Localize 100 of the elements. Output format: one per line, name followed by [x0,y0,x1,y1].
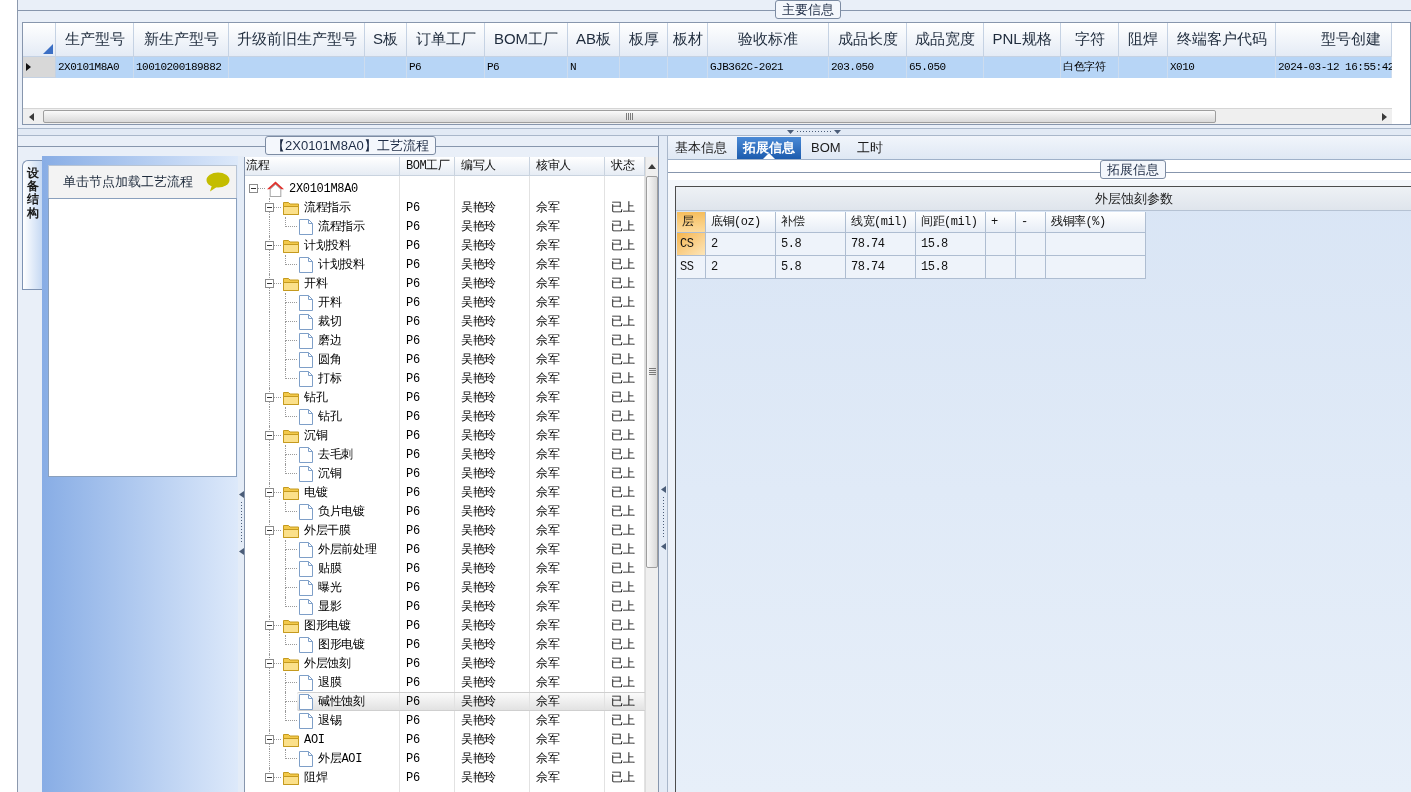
scrollbar-thumb[interactable] [43,110,1216,123]
column-header[interactable]: 层 [677,212,706,233]
table-row[interactable]: CS 2 5.8 78.74 15.8 [677,233,1146,256]
column-header[interactable]: PNL规格 [984,23,1061,57]
minus-box-icon[interactable] [249,184,258,193]
tree-row[interactable]: 圆角 P6 吴艳玲 佘军 已上 [297,350,645,369]
column-header[interactable]: 验收标准 [708,23,829,57]
column-header[interactable]: BOM工厂 [400,157,455,176]
tree-row[interactable]: 图形电镀 P6 吴艳玲 佘军 已上 [297,635,645,654]
minus-box-icon[interactable] [265,203,274,212]
column-header[interactable]: 板材 [668,23,708,57]
splitter-grip-icon [238,491,244,555]
tree-row[interactable]: 裁切 P6 吴艳玲 佘军 已上 [297,312,645,331]
minus-box-icon[interactable] [265,659,274,668]
column-header[interactable]: 核审人 [530,157,605,176]
column-header[interactable]: + [986,212,1016,233]
tree-row[interactable]: 计划投料 P6 吴艳玲 佘军 已上 [297,255,645,274]
column-header[interactable]: 残铜率(%) [1046,212,1146,233]
column-header[interactable]: S板 [365,23,407,57]
minus-box-icon[interactable] [265,431,274,440]
tree-row[interactable]: 电镀 P6 吴艳玲 佘军 已上 [281,483,645,502]
column-header[interactable]: AB板 [568,23,620,57]
minus-box-icon[interactable] [265,621,274,630]
table-cell-text: 已上 [611,503,635,521]
column-header[interactable]: 字符 [1061,23,1119,57]
minus-box-icon[interactable] [265,241,274,250]
tree-row[interactable]: 沉铜 P6 吴艳玲 佘军 已上 [281,426,645,445]
corner-header[interactable] [23,23,56,57]
column-header[interactable]: BOM工厂 [485,23,568,57]
scrollbar-thumb[interactable] [646,176,658,568]
column-header[interactable]: 成品宽度 [907,23,984,57]
tree-row[interactable]: 外层AOI P6 吴艳玲 佘军 已上 [297,749,645,768]
column-header[interactable]: 线宽(mil) [846,212,916,233]
row-header[interactable]: CS [677,233,706,256]
folder-icon [283,656,299,671]
column-header[interactable]: 型号创建 [1276,23,1392,57]
column-header[interactable]: 订单工厂 [407,23,485,57]
tree-row[interactable]: 曝光 P6 吴艳玲 佘军 已上 [297,578,645,597]
column-header[interactable]: 升级前旧生产型号 [229,23,365,57]
table-cell-text: 吴艳玲 [461,446,497,464]
column-header[interactable]: 生产型号 [56,23,134,57]
table-cell-text: P6 [406,370,420,388]
vertical-scrollbar[interactable] [645,157,658,792]
table-cell-text: 佘军 [536,503,560,521]
node-label: 流程指示 [304,199,351,217]
tree-row[interactable]: 去毛刺 P6 吴艳玲 佘军 已上 [297,445,645,464]
minus-box-icon[interactable] [265,735,274,744]
tree-row[interactable]: 碱性蚀刻 P6 吴艳玲 佘军 已上 [297,692,645,711]
tree-row[interactable]: 阻焊 P6 吴艳玲 佘军 已上 [281,768,645,787]
tree-row[interactable]: 图形电镀 P6 吴艳玲 佘军 已上 [281,616,645,635]
right-triangle-icon[interactable] [1381,112,1387,121]
tree-row[interactable]: 负片电镀 P6 吴艳玲 佘军 已上 [297,502,645,521]
minus-box-icon[interactable] [265,526,274,535]
tree-row[interactable]: 打标 P6 吴艳玲 佘军 已上 [297,369,645,388]
tree-row[interactable]: 2X0101M8A0 [265,179,645,198]
side-tab[interactable]: 设备结构 [22,160,42,290]
tree-row[interactable]: 流程指示 P6 吴艳玲 佘军 已上 [297,217,645,236]
tree-row[interactable]: 磨边 P6 吴艳玲 佘军 已上 [297,331,645,350]
tree-row[interactable]: 计划投料 P6 吴艳玲 佘军 已上 [281,236,645,255]
tab[interactable]: 基本信息 [669,137,733,159]
column-header[interactable]: 成品长度 [829,23,907,57]
column-header[interactable]: 终端客户代码 [1168,23,1276,57]
tree-row[interactable]: 贴膜 P6 吴艳玲 佘军 已上 [297,559,645,578]
minus-box-icon[interactable] [265,488,274,497]
table-row[interactable]: SS 2 5.8 78.74 15.8 [677,256,1146,279]
row-header[interactable]: SS [677,256,706,279]
tree-row[interactable]: 钻孔 P6 吴艳玲 佘军 已上 [281,388,645,407]
tree-row[interactable]: 开料 P6 吴艳玲 佘军 已上 [297,293,645,312]
column-header[interactable]: 补偿 [776,212,846,233]
column-header[interactable]: - [1016,212,1046,233]
tree-row[interactable]: 沉铜 P6 吴艳玲 佘军 已上 [297,464,645,483]
column-header[interactable]: 编写人 [455,157,530,176]
table-cell-text: 已上 [611,427,635,445]
column-header[interactable]: 底铜(oz) [706,212,776,233]
tree-row[interactable]: 外层干膜 P6 吴艳玲 佘军 已上 [281,521,645,540]
column-header[interactable]: 新生产型号 [134,23,229,57]
column-header[interactable]: 间距(mil) [916,212,986,233]
minus-box-icon[interactable] [265,279,274,288]
tree-row[interactable]: 钻孔 P6 吴艳玲 佘军 已上 [297,407,645,426]
tree-row[interactable]: 流程指示 P6 吴艳玲 佘军 已上 [281,198,645,217]
tree-row[interactable]: AOI P6 吴艳玲 佘军 已上 [281,730,645,749]
tab[interactable]: 拓展信息 [737,137,801,159]
column-header[interactable]: 阻焊 [1119,23,1168,57]
tab[interactable]: 工时 [850,137,889,159]
row-header[interactable] [23,57,56,78]
horizontal-scrollbar[interactable] [23,108,1392,124]
minus-box-icon[interactable] [265,773,274,782]
tree-row[interactable]: 外层前处理 P6 吴艳玲 佘军 已上 [297,540,645,559]
table-cell-text: X010 [1170,60,1195,76]
left-triangle-icon[interactable] [28,112,34,121]
up-triangle-icon[interactable] [648,164,656,169]
column-header[interactable]: 流程 [245,157,400,176]
column-header[interactable]: 状态 [605,157,645,176]
minus-box-icon[interactable] [265,393,274,402]
tree-row[interactable]: 开料 P6 吴艳玲 佘军 已上 [281,274,645,293]
tree-row[interactable]: 显影 P6 吴艳玲 佘军 已上 [297,597,645,616]
tree-row[interactable]: 外层蚀刻 P6 吴艳玲 佘军 已上 [281,654,645,673]
column-header[interactable]: 板厚 [620,23,668,57]
tree-row[interactable]: 退锡 P6 吴艳玲 佘军 已上 [297,711,645,730]
tab[interactable]: BOM [805,137,847,159]
